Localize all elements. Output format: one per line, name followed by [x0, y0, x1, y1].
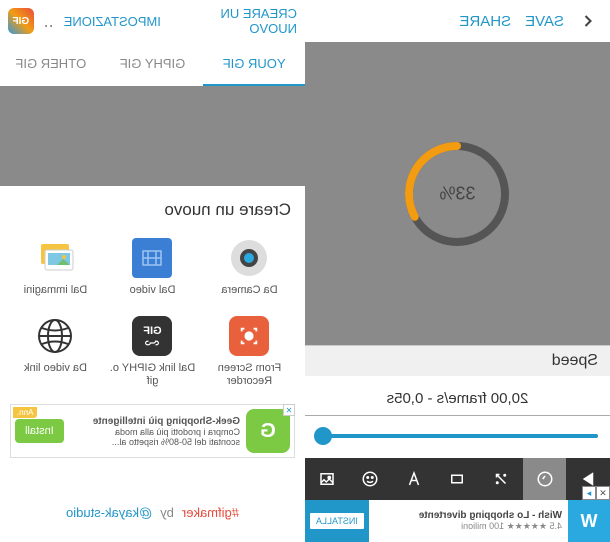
overflow-icon[interactable]: ..: [44, 11, 54, 32]
preview-area: 33%: [305, 42, 610, 345]
option-giphy-link[interactable]: GIF Dal link GIPHY o. gif: [107, 316, 198, 388]
camera-icon: [230, 238, 270, 278]
image-icon[interactable]: [305, 458, 349, 500]
ad-install-button[interactable]: INSTALLA: [309, 512, 365, 530]
sheet-title: Creare un nuovo: [10, 200, 295, 220]
ad-title: Wish - Lo shopping divertente: [375, 510, 562, 521]
option-video-link[interactable]: Da video link: [10, 316, 101, 388]
footer-handle[interactable]: @kayak-studio: [66, 505, 152, 520]
footer-hashtag[interactable]: #gifmaker: [182, 505, 239, 520]
speed-value: 20,00 frame/s - 0,05s: [305, 376, 610, 416]
video-icon: [133, 238, 173, 278]
images-icon: [36, 238, 76, 278]
ad-title: Geek-Shopping più intelligente: [70, 416, 240, 427]
option-video[interactable]: Dal video: [107, 238, 198, 308]
crop-icon[interactable]: [436, 458, 480, 500]
ad-line2: Compra i prodotti più alla moda: [70, 427, 240, 437]
gif-link-icon: GIF: [133, 316, 173, 356]
footer-by: by: [160, 505, 174, 520]
gallery-area: [0, 86, 305, 186]
ad-install-button[interactable]: Install: [15, 419, 64, 443]
tab-giphy-gif[interactable]: GIPHY GIF: [102, 42, 204, 86]
back-icon[interactable]: [578, 11, 598, 31]
nav-create[interactable]: CREARE UN NUOVO: [171, 6, 297, 36]
bottom-ad[interactable]: ✕ ▸ W Wish - Lo shopping divertente 4.5 …: [305, 500, 610, 542]
ad-line3: scontati del 50-80% rispetto al...: [70, 437, 240, 447]
progress-text: 33%: [439, 183, 475, 204]
share-button[interactable]: SHARE: [459, 13, 511, 30]
option-images[interactable]: Dal immagini: [10, 238, 101, 308]
speed-slider[interactable]: [305, 416, 610, 458]
speed-label: Speed: [305, 345, 610, 376]
text-icon[interactable]: [392, 458, 436, 500]
app-logo: GIF: [8, 8, 34, 34]
effects-icon[interactable]: [479, 458, 523, 500]
ad-rating: 4.5 ★★★★★ 100 milioni: [375, 521, 562, 532]
option-screen-recorder[interactable]: From Screen Recorder: [204, 316, 295, 388]
ad-badge: Ann.: [13, 407, 37, 418]
ad-close-icon[interactable]: ✕: [283, 404, 295, 416]
save-button[interactable]: SAVE: [525, 13, 564, 30]
ad-info-icon[interactable]: ▸: [582, 486, 596, 500]
globe-icon: [36, 316, 76, 356]
screen-recorder-icon: [230, 316, 270, 356]
tab-other-gif[interactable]: OTHER GIF: [0, 42, 102, 86]
nav-settings[interactable]: IMPOSTAZIONE: [64, 14, 161, 29]
ad-app-icon: W: [568, 500, 610, 542]
progress-ring: 33%: [402, 138, 514, 250]
speed-tool-icon[interactable]: [523, 458, 567, 500]
ad-close-icon[interactable]: ✕: [596, 486, 610, 500]
tab-your-gif[interactable]: YOUR GIF: [203, 42, 305, 86]
inline-ad[interactable]: ✕ Ann. G Geek-Shopping più intelligente …: [10, 404, 295, 458]
toolbar: [305, 458, 610, 500]
emoji-icon[interactable]: [349, 458, 393, 500]
option-camera[interactable]: Da Camera: [204, 238, 295, 308]
